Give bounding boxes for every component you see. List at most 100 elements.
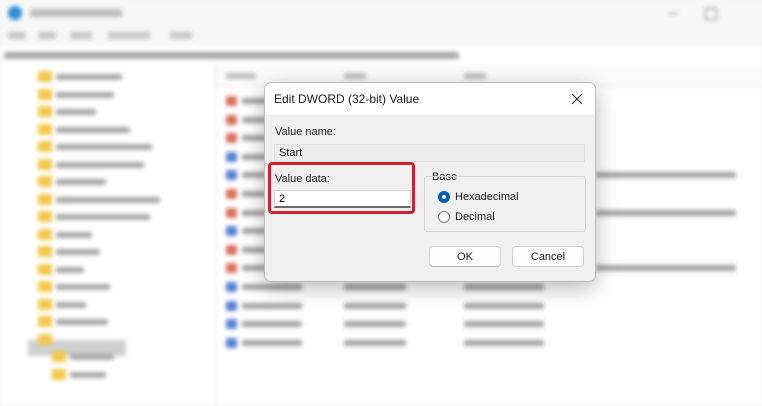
menu-item-help[interactable] — [170, 32, 192, 39]
minimize-icon[interactable] — [668, 13, 678, 14]
folder-icon — [38, 228, 52, 240]
hexadecimal-radio[interactable]: Hexadecimal — [438, 189, 519, 205]
list-cell-blurred — [464, 284, 544, 290]
list-item[interactable] — [216, 336, 762, 350]
string-value-icon — [226, 263, 237, 274]
folder-icon — [38, 211, 52, 222]
folder-icon — [38, 246, 52, 257]
menu-item-favorites[interactable] — [108, 32, 150, 39]
close-icon — [571, 93, 583, 105]
value-name-field[interactable] — [274, 144, 585, 162]
string-value-icon — [226, 114, 237, 125]
value-data-highlight — [268, 162, 415, 214]
folder-icon — [38, 88, 52, 100]
tree-item-label-blurred — [56, 144, 152, 150]
list-cell-blurred — [344, 321, 406, 328]
list-item[interactable] — [216, 280, 762, 294]
menu-bar — [0, 26, 762, 46]
menu-item-file[interactable] — [8, 32, 26, 39]
list-cell-blurred — [344, 302, 406, 309]
tree-item-label-blurred — [56, 126, 130, 133]
string-value-icon — [226, 96, 237, 106]
string-value-icon — [226, 207, 237, 218]
menu-item-view[interactable] — [70, 32, 92, 39]
radio-selected-icon — [438, 191, 450, 203]
tree-item-label-blurred — [56, 319, 108, 325]
tree-item-label-blurred — [70, 354, 114, 360]
folder-icon — [52, 368, 66, 380]
list-cell-blurred — [464, 321, 544, 328]
tree-item-label-blurred — [56, 301, 86, 308]
list-cell-blurred — [464, 302, 544, 309]
tree-item-label-blurred — [56, 196, 160, 203]
list-cell-blurred — [596, 209, 736, 216]
folder-icon — [52, 351, 66, 362]
tree-item-label-blurred — [56, 109, 96, 115]
radio-unselected-icon — [438, 211, 450, 223]
folder-icon — [38, 263, 52, 275]
folder-icon — [38, 158, 52, 170]
tree-item-label-blurred — [56, 74, 122, 80]
decimal-label: Decimal — [455, 211, 495, 223]
list-cell-blurred — [596, 265, 736, 272]
dialog-close-button[interactable] — [563, 86, 591, 112]
registry-tree-pane[interactable] — [0, 64, 216, 406]
decimal-radio[interactable]: Decimal — [438, 209, 495, 225]
menu-item-edit[interactable] — [38, 32, 56, 39]
binary-value-icon — [226, 282, 237, 292]
list-cell-blurred — [344, 284, 406, 290]
binary-value-icon — [226, 151, 237, 162]
tree-item-label-blurred — [70, 371, 106, 378]
folder-icon — [38, 176, 52, 187]
folder-icon — [38, 298, 52, 310]
column-type-header[interactable] — [344, 73, 366, 79]
close-window-icon[interactable] — [741, 8, 751, 18]
edit-dword-dialog: Edit DWORD (32-bit) Value Value name: Va… — [264, 82, 596, 282]
string-value-icon — [226, 133, 237, 144]
string-value-icon — [226, 244, 237, 255]
folder-icon — [38, 281, 52, 292]
tree-item-label-blurred — [56, 214, 150, 220]
registry-editor-icon — [8, 6, 22, 20]
tree-item-label-blurred — [56, 284, 110, 290]
maximize-icon[interactable] — [705, 8, 717, 20]
tree-item-label-blurred — [56, 161, 144, 168]
list-cell-blurred — [242, 302, 302, 309]
folder-icon — [38, 123, 52, 135]
binary-value-icon — [226, 300, 237, 311]
cancel-button[interactable]: Cancel — [512, 246, 584, 267]
address-path-blurred — [4, 52, 459, 59]
dialog-title: Edit DWORD (32-bit) Value — [274, 92, 420, 106]
tree-item-label-blurred — [56, 231, 92, 238]
window-titlebar — [0, 0, 762, 26]
column-name-header[interactable] — [226, 73, 256, 79]
value-name-label: Value name: — [275, 126, 336, 138]
list-item[interactable] — [216, 317, 762, 331]
ok-button[interactable]: OK — [429, 246, 501, 267]
tree-item-label-blurred — [56, 266, 84, 273]
folder-icon — [38, 333, 52, 345]
folder-icon — [38, 71, 52, 82]
folder-icon — [38, 141, 52, 152]
column-data-header[interactable] — [464, 73, 486, 79]
binary-value-icon — [226, 337, 237, 348]
list-item[interactable] — [216, 299, 762, 313]
tree-item-label-blurred — [56, 249, 100, 255]
list-cell-blurred — [344, 339, 406, 346]
address-bar[interactable] — [0, 46, 762, 65]
binary-value-icon — [226, 226, 237, 237]
hexadecimal-label: Hexadecimal — [455, 191, 519, 203]
folder-icon — [38, 316, 52, 327]
binary-value-icon — [226, 319, 237, 330]
tree-item-label-blurred — [56, 179, 106, 185]
folder-icon — [38, 106, 52, 117]
list-cell-blurred — [464, 339, 544, 346]
list-cell-blurred — [242, 321, 302, 328]
window-title-blurred — [30, 9, 122, 17]
string-value-icon — [226, 189, 237, 199]
dialog-titlebar: Edit DWORD (32-bit) Value — [265, 83, 595, 116]
base-group: Hexadecimal Decimal — [424, 176, 586, 232]
list-cell-blurred — [242, 339, 302, 346]
tree-item-label-blurred — [56, 91, 114, 98]
list-cell-blurred — [242, 284, 302, 290]
